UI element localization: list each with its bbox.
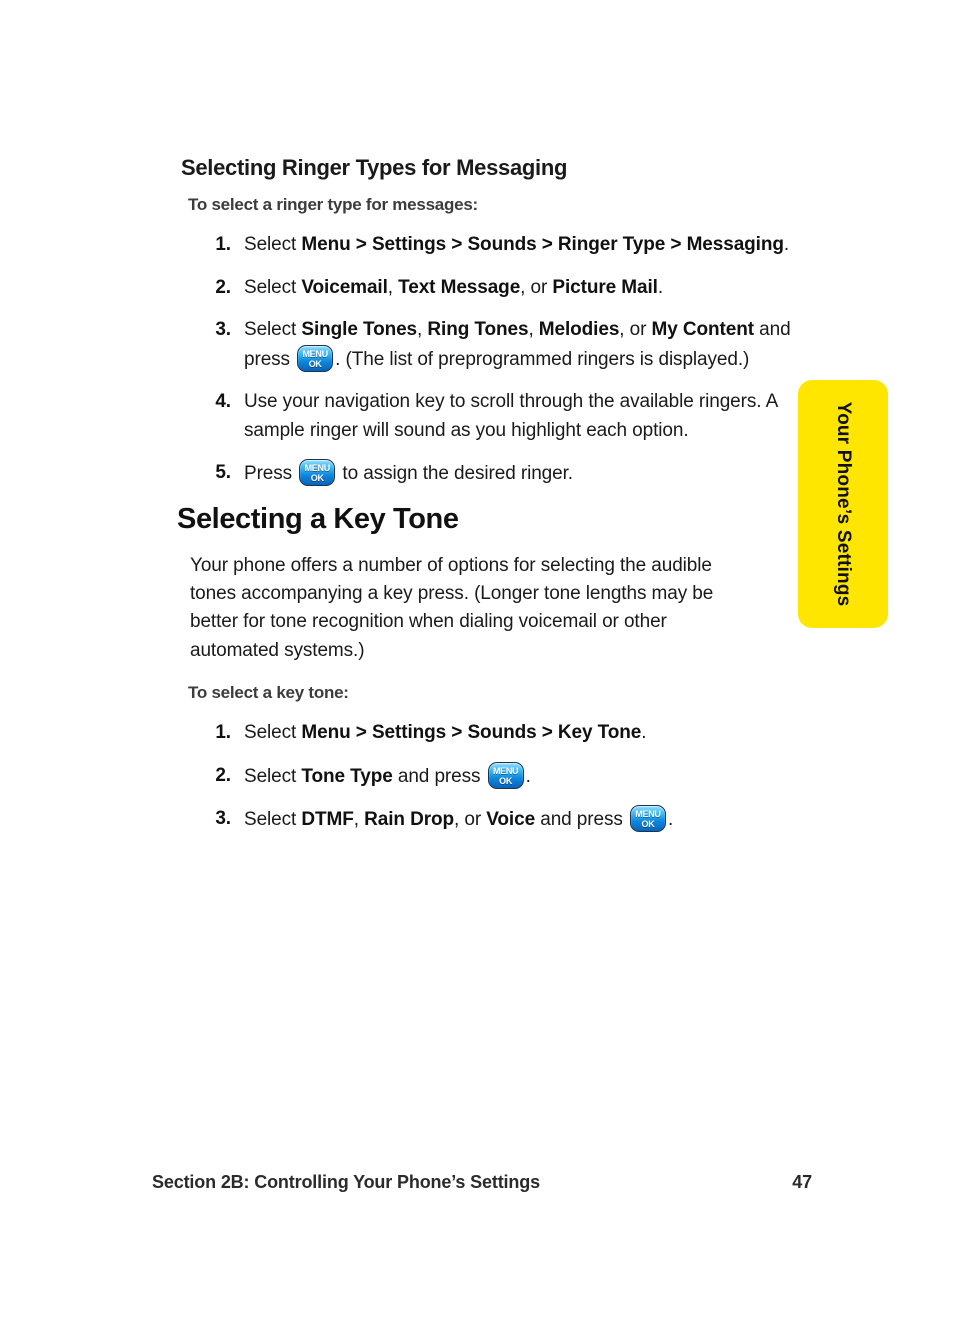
step-text: Select [244, 722, 302, 744]
step-emphasis: Messaging [686, 234, 784, 256]
step-text: and press [535, 809, 628, 831]
step-emphasis: Settings [371, 234, 447, 256]
step-item: 2. Select Voicemail, Text Message, or Pic… [181, 274, 839, 303]
step-number: 1. [215, 722, 231, 744]
step-number: 4. [215, 391, 231, 413]
step-emphasis: Ringer Type [557, 234, 666, 256]
step-text: Select [244, 319, 302, 341]
step-emphasis: > [350, 234, 372, 256]
step-text: Use your navigation key to scroll throug… [244, 391, 778, 441]
step-item: 5. Press MENU OK to assign the desired rin… [181, 459, 839, 489]
step-number: 2. [215, 276, 231, 298]
step-text: Select [244, 765, 302, 787]
step-emphasis: Sounds [467, 722, 537, 744]
step-text: . [783, 234, 790, 256]
menu-ok-key-icon: MENU OK [629, 805, 666, 833]
page-footer: Section 2B: Controlling Your Phone’s Set… [152, 1172, 812, 1193]
step-emphasis: Picture Mail [552, 276, 658, 298]
step-text: . [525, 765, 531, 787]
step-emphasis: Key Tone [557, 722, 642, 744]
menu-ok-key-line2: OK [310, 473, 324, 484]
step-emphasis: Melodies [538, 319, 620, 341]
step-emphasis: Sounds [467, 234, 537, 256]
step-item: 3. Select DTMF, Rain Drop, or Voice and p… [181, 805, 784, 835]
step-text: , or [520, 276, 553, 298]
step-text: , [528, 319, 539, 341]
step-emphasis: Settings [371, 722, 447, 744]
step-text: . [641, 722, 647, 744]
step-emphasis: > [665, 234, 687, 256]
page-content: Selecting Ringer Types for Messaging To s… [177, 155, 791, 849]
step-text: , [353, 809, 365, 831]
menu-ok-key-icon: MENU OK [487, 761, 524, 789]
menu-ok-key-line1: MENU [635, 809, 661, 820]
step-emphasis: Text Message [398, 276, 521, 298]
step-number: 3. [215, 319, 231, 341]
menu-ok-key-icon: MENU OK [299, 459, 336, 487]
step-number: 3. [215, 808, 231, 830]
step-emphasis: > [350, 722, 372, 744]
step-number: 2. [215, 764, 231, 786]
section-heading: Selecting a Key Tone [177, 502, 459, 535]
section-leadin: To select a ringer type for messages: [188, 194, 478, 214]
step-emphasis: Voice [486, 809, 536, 831]
step-text: , or [454, 809, 487, 831]
step-emphasis: Menu [301, 234, 351, 256]
step-text: and press [392, 765, 486, 787]
step-item: 2. Select Tone Type and press MENU OK. [181, 761, 784, 792]
step-text: . [657, 276, 664, 298]
step-text: , [417, 319, 428, 341]
step-list: 1. Select Menu > Settings > Sounds > Key … [181, 719, 781, 835]
step-emphasis: Single Tones [301, 319, 418, 341]
step-text: , or [619, 319, 652, 341]
step-text: . (The list of preprogrammed ringers is … [335, 348, 750, 370]
menu-ok-key-line1: MENU [492, 765, 519, 776]
step-item: 1. Select Menu > Settings > Sounds > Ring… [181, 231, 839, 260]
footer-page-number: 47 [792, 1172, 812, 1192]
side-tab-your-phones-settings: Your Phone’s Settings [798, 380, 888, 628]
step-list: 1. Select Menu > Settings > Sounds > Ring… [181, 231, 791, 489]
step-text: Select [244, 276, 302, 298]
step-text: Select [244, 234, 302, 256]
step-emphasis: > [446, 234, 468, 256]
side-tab-label: Your Phone’s Settings [833, 401, 854, 607]
step-item: 4. Use your navigation key to scroll thro… [181, 388, 839, 445]
step-text: Press [244, 463, 298, 485]
step-number: 1. [215, 234, 231, 256]
step-emphasis: DTMF [301, 809, 354, 831]
section-paragraph: Your phone offers a number of options fo… [190, 555, 714, 661]
step-text: , [387, 276, 399, 298]
footer-section-label: Section 2B: Controlling Your Phone’s Set… [152, 1172, 540, 1192]
step-item: 1. Select Menu > Settings > Sounds > Key … [181, 719, 784, 748]
step-emphasis: Voicemail [301, 276, 388, 298]
step-text: Select [244, 809, 302, 831]
section-heading: Selecting Ringer Types for Messaging [181, 155, 568, 180]
step-emphasis: Tone Type [301, 765, 393, 787]
step-emphasis: Ring Tones [427, 319, 529, 341]
menu-ok-key-line2: OK [499, 775, 513, 786]
menu-ok-key-line2: OK [641, 819, 655, 830]
step-number: 5. [215, 462, 231, 484]
step-emphasis: > [536, 722, 558, 744]
step-emphasis: My Content [651, 319, 755, 341]
step-text: to assign the desired ringer. [337, 463, 573, 485]
menu-ok-key-line2: OK [308, 358, 322, 369]
step-emphasis: Rain Drop [364, 809, 455, 831]
menu-ok-key-line1: MENU [302, 348, 328, 359]
menu-ok-key-icon: MENU OK [297, 344, 334, 372]
step-text: . [667, 809, 674, 831]
section-leadin: To select a key tone: [188, 682, 349, 702]
menu-ok-key-line1: MENU [304, 463, 331, 474]
step-emphasis: > [536, 234, 558, 256]
document-page: Selecting Ringer Types for Messaging To s… [0, 0, 954, 1336]
step-item: 3. Select Single Tones, Ring Tones, Melod… [181, 316, 839, 374]
step-emphasis: > [446, 722, 468, 744]
step-emphasis: Menu [301, 722, 351, 744]
